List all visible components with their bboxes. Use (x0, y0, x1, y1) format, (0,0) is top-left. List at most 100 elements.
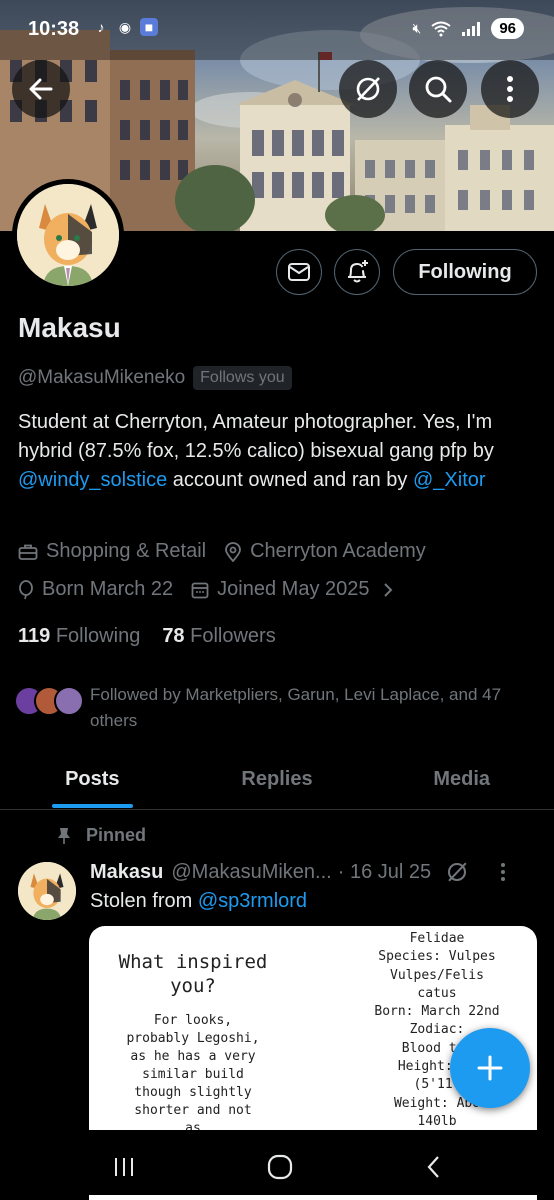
following-count-link[interactable]: 119 Following (18, 625, 140, 648)
tab-media[interactable]: Media (369, 750, 554, 809)
location-pin-icon (225, 541, 242, 562)
handle-row: @MakasuMikeneko Follows you (18, 366, 292, 390)
discord-icon: ◉ (118, 19, 132, 35)
home-icon (267, 1154, 293, 1180)
profile-tabs: Posts Replies Media (0, 750, 554, 810)
image-left-column: What inspired you? For looks, probably L… (93, 950, 293, 1138)
back-arrow-icon (29, 78, 53, 100)
tab-active-indicator (52, 804, 133, 808)
profile-bio: Student at Cherryton, Amateur photograph… (18, 408, 538, 495)
image-answer-line: For looks, (153, 1013, 233, 1028)
image-info-line: 140lb (417, 1113, 457, 1129)
notifications-button[interactable] (334, 249, 380, 295)
plus-icon (477, 1055, 503, 1081)
status-indicators: 🔇︎ 96 (412, 18, 524, 39)
status-app-icons: ♪ ◉ ■ (92, 18, 158, 36)
back-nav-button[interactable] (414, 1152, 454, 1182)
joined-date: Joined May 2025 (191, 578, 370, 601)
post-author-handle[interactable]: @MakasuMiken... (171, 861, 331, 884)
followers-count: 78 (162, 625, 185, 647)
message-button[interactable] (276, 249, 322, 295)
mute-icon: 🔇︎ (412, 20, 422, 36)
post-header: Makasu @MakasuMiken... · 16 Jul 25 (90, 860, 540, 884)
grok-icon[interactable] (445, 860, 469, 884)
more-button[interactable] (481, 60, 539, 118)
balloon-icon (19, 579, 33, 599)
follow-counts: 119 Following 78 Followers (18, 625, 276, 648)
image-info-line: catus (417, 985, 457, 1001)
system-navigation-bar (0, 1130, 554, 1200)
post-mention[interactable]: @sp3rmlord (198, 890, 307, 912)
avatar-image (17, 184, 119, 286)
birthday-text: Born March 22 (42, 578, 174, 600)
mutual-avatars (14, 682, 86, 722)
category-text: Shopping & Retail (46, 540, 207, 562)
signal-icon (462, 21, 481, 36)
grok-button[interactable] (339, 60, 397, 118)
more-vertical-icon (507, 76, 513, 102)
image-question-2: you? (170, 975, 216, 997)
chevron-right-icon (383, 582, 392, 597)
image-answer-line: as he has a very (130, 1049, 256, 1064)
tab-posts[interactable]: Posts (0, 750, 185, 809)
recent-apps-button[interactable] (104, 1152, 144, 1182)
recents-icon (115, 1158, 133, 1176)
followers-label: Followers (190, 625, 276, 647)
follows-you-badge: Follows you (193, 366, 292, 390)
game-icon: ■ (140, 18, 158, 36)
image-answer-line: probably Legoshi, (126, 1031, 260, 1046)
birthday: Born March 22 (18, 578, 173, 601)
image-question-1: What inspired (118, 951, 268, 973)
followed-by-text: Followed by Marketpliers, Garun, Levi La… (90, 685, 502, 730)
bio-mention-windy[interactable]: @windy_solstice (18, 469, 167, 491)
image-answer-line: though slightly (134, 1085, 252, 1100)
joined-text: Joined May 2025 (217, 578, 370, 600)
back-chevron-icon (427, 1156, 439, 1178)
followed-by[interactable]: Followed by Marketpliers, Garun, Levi La… (14, 682, 544, 734)
compose-post-button[interactable] (450, 1028, 530, 1108)
profile-name: Makasu (18, 312, 121, 343)
tiktok-icon: ♪ (97, 19, 105, 35)
pin-icon (58, 827, 70, 844)
home-button[interactable] (260, 1152, 300, 1182)
briefcase-icon (18, 544, 38, 560)
following-button[interactable]: Following (393, 249, 537, 295)
image-answer: For looks, probably Legoshi, as he has a… (93, 1012, 293, 1138)
back-button[interactable] (12, 60, 70, 118)
battery-indicator: 96 (491, 18, 524, 39)
more-vertical-icon[interactable] (499, 862, 507, 882)
bio-text-1: Student at Cherryton, Amateur photograph… (18, 411, 494, 462)
wifi-icon (431, 21, 451, 36)
post-avatar[interactable] (18, 862, 76, 920)
profile-avatar[interactable] (12, 179, 124, 291)
location: Cherryton Academy (224, 540, 426, 563)
bio-mention-xitor[interactable]: @_Xitor (413, 469, 486, 491)
followers-count-link[interactable]: 78 Followers (162, 625, 275, 648)
profile-meta-row-1: Shopping & Retail Cherryton Academy (18, 540, 444, 563)
post-image-peek (89, 1195, 537, 1200)
following-label: Following (55, 625, 141, 647)
search-button[interactable] (409, 60, 467, 118)
image-info-line: Species: Vulpes (378, 949, 496, 965)
post-avatar-image (18, 862, 76, 920)
status-time: 10:38 (28, 18, 80, 40)
post-date: · 16 Jul 25 (337, 860, 432, 883)
category: Shopping & Retail (18, 540, 206, 563)
grok-icon (356, 77, 380, 101)
image-info-line: Felidae (409, 931, 465, 946)
post-text: Stolen from @sp3rmlord (90, 890, 307, 913)
pinned-label: Pinned (56, 825, 146, 846)
image-answer-line: similar build (142, 1067, 244, 1082)
image-info-line: Vulpes/Felis (390, 967, 484, 983)
following-count: 119 (18, 625, 51, 647)
pinned-text: Pinned (86, 825, 147, 845)
status-bar: 10:38 ♪ ◉ ■ 🔇︎ 96 (0, 0, 554, 60)
bio-text-2: account owned and ran by (167, 469, 413, 491)
search-icon (425, 76, 452, 103)
profile-meta-row-2[interactable]: Born March 22 Joined May 2025 (18, 578, 394, 601)
post-author-name[interactable]: Makasu (90, 861, 163, 884)
image-answer-line: shorter and not (134, 1103, 252, 1118)
bell-plus-icon (348, 260, 368, 283)
mutual-avatar (54, 686, 84, 716)
tab-replies[interactable]: Replies (185, 750, 370, 809)
